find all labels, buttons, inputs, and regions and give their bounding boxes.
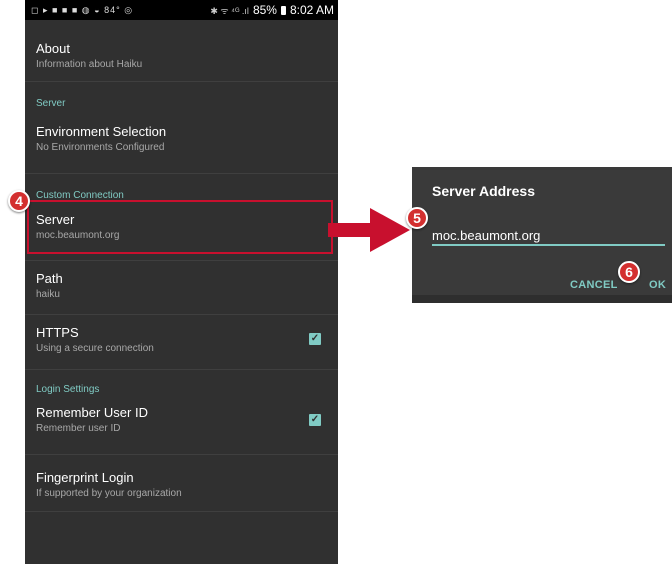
path-title: Path bbox=[36, 271, 63, 286]
server-title: Server bbox=[36, 212, 75, 227]
path-summary: haiku bbox=[36, 289, 60, 300]
environment-title: Environment Selection bbox=[36, 124, 167, 139]
https-pref[interactable]: HTTPS Using a secure connection ✓ bbox=[25, 315, 338, 370]
step-6-badge: 6 bbox=[618, 261, 640, 283]
remember-checkbox[interactable]: ✓ bbox=[309, 414, 321, 426]
notification-icons: ◻ ▸ ■ ■ ■ ◍ ◒ 84° ◎ bbox=[31, 4, 134, 15]
status-bar: ◻ ▸ ■ ■ ■ ◍ ◒ 84° ◎ ✱ ᯤ ⁴ᴳ .ıl 85% 8:02 … bbox=[25, 0, 338, 20]
about-title: About bbox=[36, 41, 70, 56]
phone-screen: ◻ ▸ ■ ■ ■ ◍ ◒ 84° ◎ ✱ ᯤ ⁴ᴳ .ıl 85% 8:02 … bbox=[25, 0, 338, 564]
server-address-input[interactable]: moc.beaumont.org bbox=[432, 229, 665, 243]
remember-title: Remember User ID bbox=[36, 405, 148, 420]
input-underline bbox=[432, 244, 665, 246]
battery-level: 85% bbox=[252, 3, 277, 17]
remember-user-id-pref[interactable]: Remember User ID Remember user ID ✓ bbox=[25, 400, 338, 455]
dialog-bottom-edge bbox=[412, 295, 672, 303]
cancel-button[interactable]: CANCEL bbox=[570, 279, 618, 291]
category-custom-connection: Custom Connection bbox=[36, 190, 124, 201]
environment-summary: No Environments Configured bbox=[36, 142, 165, 153]
signal-icon: ✱ ᯤ ⁴ᴳ .ıl bbox=[210, 5, 249, 16]
clock: 8:02 AM bbox=[289, 3, 334, 17]
server-pref[interactable]: Server moc.beaumont.org bbox=[25, 207, 338, 261]
battery-icon bbox=[280, 5, 286, 15]
ok-button[interactable]: OK bbox=[649, 279, 666, 291]
dialog-title: Server Address bbox=[432, 183, 535, 199]
https-title: HTTPS bbox=[36, 325, 79, 340]
environment-selection-pref[interactable]: Environment Selection No Environments Co… bbox=[25, 118, 338, 174]
server-address-dialog: Server Address moc.beaumont.org CANCEL O… bbox=[412, 167, 672, 303]
https-summary: Using a secure connection bbox=[36, 343, 154, 354]
path-pref[interactable]: Path haiku bbox=[25, 261, 338, 315]
about-summary: Information about Haiku bbox=[36, 59, 143, 70]
arrow-icon bbox=[328, 208, 410, 252]
https-checkbox[interactable]: ✓ bbox=[309, 333, 321, 345]
fingerprint-summary: If supported by your organization bbox=[36, 488, 182, 499]
fingerprint-login-pref[interactable]: Fingerprint Login If supported by your o… bbox=[25, 455, 338, 512]
step-5-badge: 5 bbox=[406, 207, 428, 229]
server-summary: moc.beaumont.org bbox=[36, 230, 120, 241]
step-4-badge: 4 bbox=[8, 190, 30, 212]
about-pref[interactable]: About Information about Haiku bbox=[25, 20, 338, 82]
category-login-settings: Login Settings bbox=[36, 384, 100, 395]
category-server: Server bbox=[36, 98, 66, 109]
remember-summary: Remember user ID bbox=[36, 423, 121, 434]
fingerprint-title: Fingerprint Login bbox=[36, 470, 134, 485]
